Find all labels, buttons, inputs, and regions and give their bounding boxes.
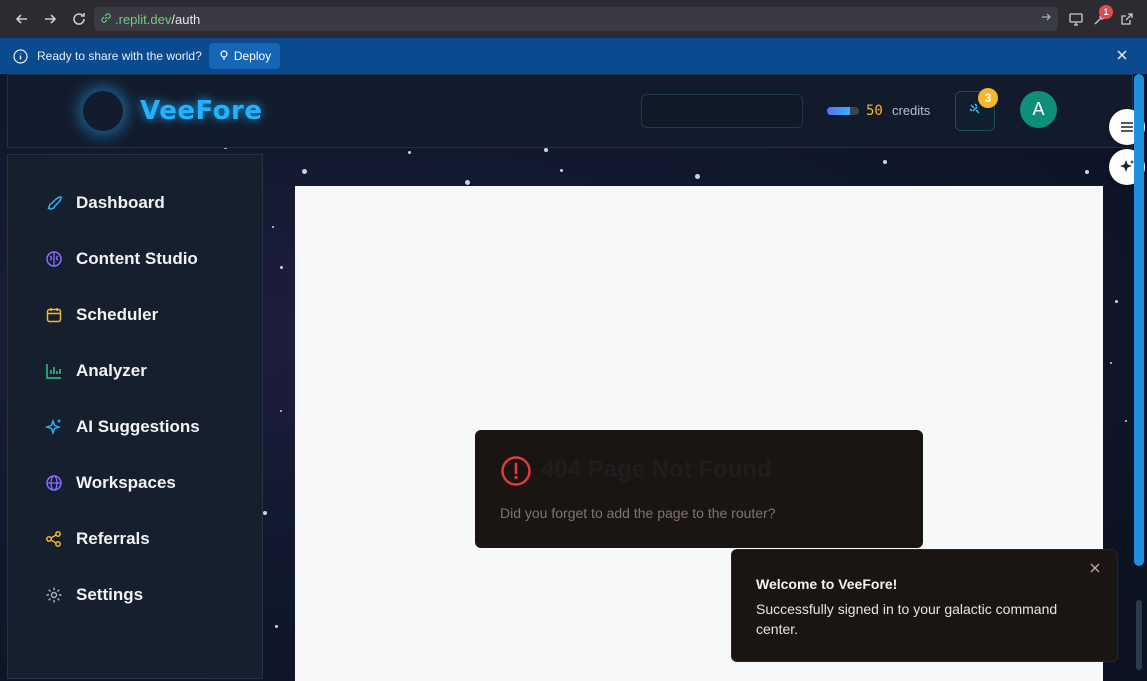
reload-icon[interactable]: [67, 7, 91, 31]
credits-progress-fill: [827, 107, 851, 115]
credits-progress-bar: [827, 107, 859, 115]
avatar[interactable]: A: [1020, 91, 1057, 128]
calendar-icon: [44, 305, 64, 325]
sidebar-item-referrals[interactable]: Referrals: [44, 527, 150, 551]
globe-icon: [44, 473, 64, 493]
star: [1115, 300, 1118, 303]
star: [275, 625, 278, 628]
scrollbar-thumb[interactable]: [1134, 74, 1144, 566]
deploy-label: Deploy: [233, 49, 272, 63]
browser-toolbar: .replit.dev/auth 1: [0, 0, 1147, 38]
brain-icon: [44, 249, 64, 269]
toast-body: Successfully signed in to your galactic …: [756, 601, 1058, 637]
back-arrow-icon[interactable]: [10, 7, 34, 31]
sidebar-item-label: Settings: [76, 585, 144, 604]
star: [560, 169, 563, 172]
extension-badge: 1: [1099, 5, 1113, 19]
star: [272, 226, 274, 228]
link-icon: [100, 12, 112, 27]
devices-icon[interactable]: [1066, 9, 1086, 29]
star: [1085, 170, 1089, 174]
url-path: /auth: [171, 11, 201, 27]
credits-value: 50: [866, 103, 883, 119]
sparkles-icon: [44, 417, 64, 437]
sidebar-item-dashboard[interactable]: Dashboard: [44, 191, 165, 215]
error-title: 404 Page Not Found: [541, 456, 772, 483]
deploy-button[interactable]: Deploy: [209, 43, 280, 69]
star: [883, 160, 887, 164]
sidebar-item-label: Workspaces: [76, 473, 176, 492]
url-domain: .replit.dev: [115, 11, 172, 27]
notification-count-badge: 3: [978, 88, 998, 108]
scrollbar-track-lower: [1136, 600, 1142, 670]
star: [1125, 420, 1127, 422]
star: [1110, 362, 1112, 364]
address-bar[interactable]: .replit.dev/auth: [94, 7, 1058, 31]
sidebar-item-ai-suggestions[interactable]: AI Suggestions: [44, 415, 200, 439]
sidebar-item-label: Analyzer: [76, 361, 147, 380]
brand-name[interactable]: VeeFore: [140, 96, 263, 126]
banner-text: Ready to share with the world?: [37, 49, 202, 63]
sidebar-item-scheduler[interactable]: Scheduler: [44, 303, 158, 327]
open-external-icon[interactable]: [1117, 9, 1137, 29]
forward-arrow-icon[interactable]: [38, 7, 62, 31]
star: [408, 151, 411, 154]
sidebar-item-label: Referrals: [76, 529, 150, 548]
close-icon[interactable]: [1116, 48, 1128, 66]
deploy-icon: [218, 49, 230, 64]
sidebar-item-workspaces[interactable]: Workspaces: [44, 471, 176, 495]
search-input[interactable]: [641, 94, 803, 128]
star: [544, 148, 548, 152]
gear-icon: [44, 585, 64, 605]
error-description: Did you forget to add the page to the ro…: [500, 505, 776, 521]
star: [695, 174, 700, 179]
deploy-banner: Ready to share with the world?: [0, 38, 1147, 74]
sidebar-item-settings[interactable]: Settings: [44, 583, 143, 607]
rocket-icon: [44, 193, 64, 213]
alert-circle-icon: [500, 455, 532, 492]
star: [263, 511, 267, 515]
logo-orb: [83, 91, 123, 131]
toast-title: Welcome to VeeFore!: [756, 576, 898, 592]
bar-chart-icon: [44, 361, 64, 381]
sidebar-item-label: Scheduler: [76, 305, 159, 324]
star: [280, 266, 283, 269]
sidebar-item-content-studio[interactable]: Content Studio: [44, 247, 198, 271]
sidebar-item-analyzer[interactable]: Analyzer: [44, 359, 147, 383]
info-icon: [13, 49, 28, 69]
go-arrow-icon[interactable]: [1040, 11, 1052, 26]
close-icon[interactable]: [1089, 561, 1101, 579]
star: [465, 180, 470, 185]
sidebar-item-label: Dashboard: [76, 193, 165, 212]
sidebar-item-label: AI Suggestions: [76, 417, 200, 436]
share-icon: [44, 529, 64, 549]
error-card: [475, 430, 923, 548]
star: [302, 169, 307, 174]
star: [280, 410, 282, 412]
sidebar-item-label: Content Studio: [76, 249, 198, 268]
credits-label: credits: [892, 103, 931, 118]
